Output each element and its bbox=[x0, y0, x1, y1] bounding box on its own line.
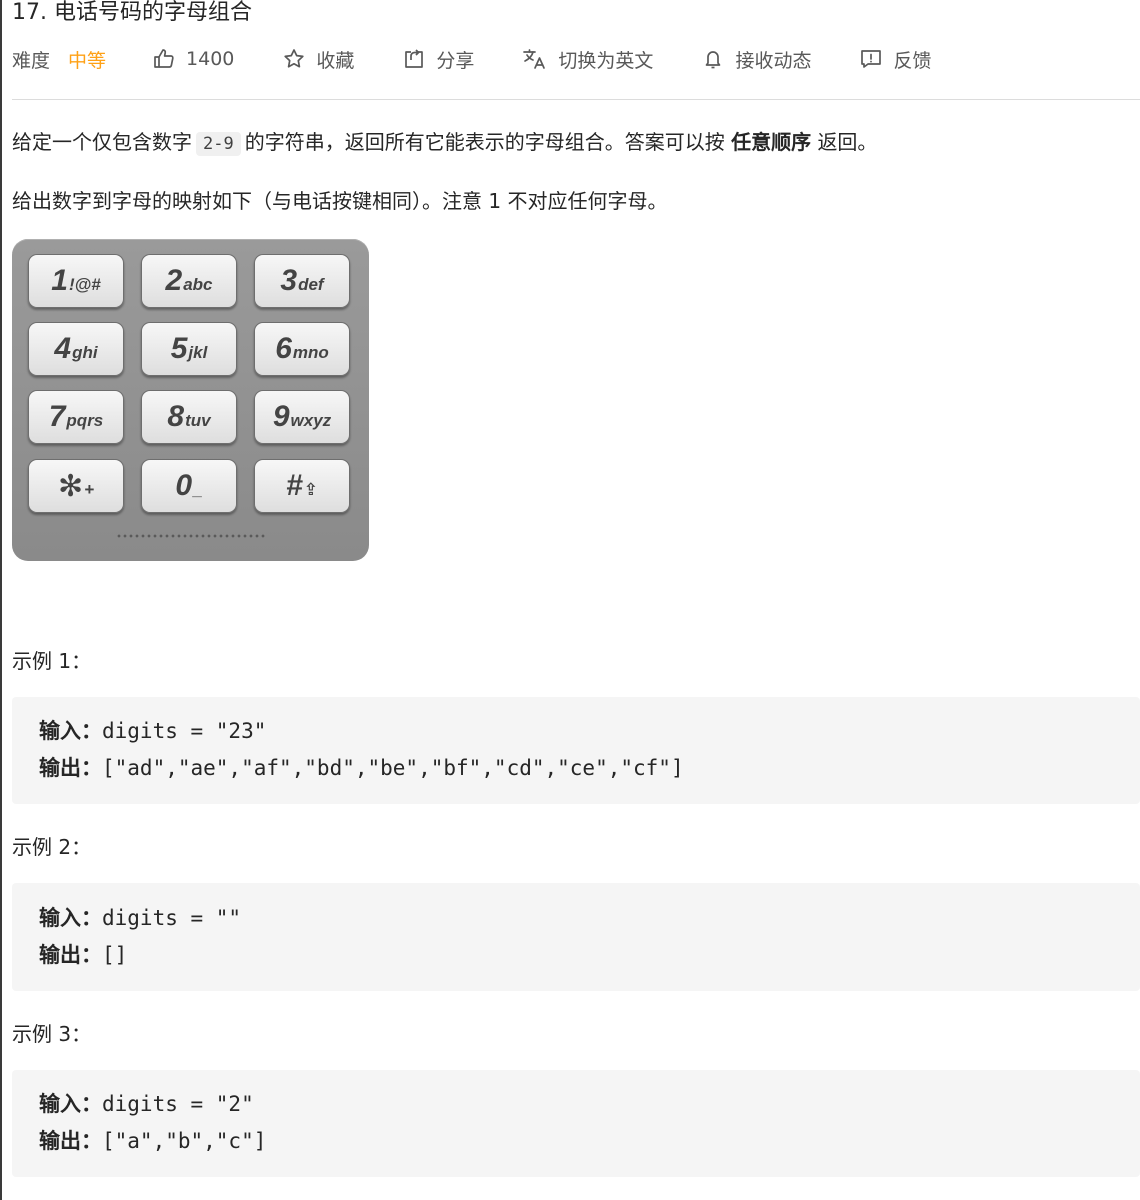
key-digit: 9 bbox=[272, 400, 290, 433]
description-paragraph-1: 给定一个仅包含数字 2-9 的字符串，返回所有它能表示的字母组合。答案可以按 任意顺… bbox=[12, 126, 877, 156]
problem-meta-bar: 难度 中等 1400 收藏 分享 切换为英文 接收动态 反馈 bbox=[12, 42, 931, 76]
key-letters: !@# bbox=[68, 275, 101, 294]
input-label: 输入： bbox=[39, 719, 102, 743]
key-digit: 0 bbox=[175, 469, 192, 502]
keypad-key: 1 !@# bbox=[28, 254, 124, 308]
star-icon bbox=[282, 47, 306, 71]
difficulty-label: 难度 bbox=[12, 49, 51, 72]
key-digit: 7 bbox=[48, 400, 66, 433]
output-label: 输出： bbox=[39, 943, 102, 967]
key-digit: # bbox=[286, 469, 303, 502]
inline-code: 2-9 bbox=[196, 132, 241, 156]
output-value: ["ad","ae","af","bd","be","bf","cd","ce"… bbox=[102, 756, 684, 780]
phone-keypad-image: 1 !@# 2 abc 3 def 4 ghi 5 jkl 6 mno 7 pqrs 8 tuv 9 wxyz ✻ +… bbox=[12, 239, 369, 561]
bell-icon bbox=[701, 47, 725, 71]
key-letters: + bbox=[84, 480, 95, 499]
input-value: digits = "2" bbox=[102, 1092, 254, 1116]
keypad-key: 9 wxyz bbox=[254, 390, 350, 444]
keypad-key: 8 tuv bbox=[141, 390, 237, 444]
left-border bbox=[0, 0, 2, 1200]
output-value: ["a","b","c"] bbox=[102, 1129, 267, 1153]
example-1-code-block: 输入：digits = "23" 输出：["ad","ae","af","bd"… bbox=[12, 697, 1140, 804]
key-letters: tuv bbox=[185, 411, 211, 430]
example-output-line: 输出：[] bbox=[39, 937, 1140, 974]
key-digit: 4 bbox=[54, 332, 71, 365]
key-digit: 5 bbox=[170, 332, 188, 365]
key-letters: wxyz bbox=[290, 411, 332, 430]
output-value: [] bbox=[102, 943, 128, 967]
key-letters: mno bbox=[292, 343, 329, 362]
thumbs-up-icon bbox=[152, 47, 176, 71]
key-letters: def bbox=[298, 275, 324, 294]
description-text: 给定一个仅包含数字 bbox=[12, 130, 192, 154]
key-letters: jkl bbox=[188, 343, 208, 362]
keypad-key: 5 jkl bbox=[141, 322, 237, 376]
key-digit: 2 bbox=[165, 264, 183, 297]
key-digit: 6 bbox=[275, 332, 292, 365]
switch-language-label: 切换为英文 bbox=[558, 49, 654, 72]
output-label: 输出： bbox=[39, 1129, 102, 1153]
key-letters: abc bbox=[183, 275, 213, 294]
like-count: 1400 bbox=[186, 48, 235, 70]
keypad-key: 4 ghi bbox=[28, 322, 124, 376]
keypad-key: 2 abc bbox=[141, 254, 237, 308]
keypad-key: 7 pqrs bbox=[28, 390, 124, 444]
example-input-line: 输入：digits = "2" bbox=[39, 1086, 1140, 1123]
example-1-title: 示例 1： bbox=[12, 649, 92, 673]
switch-language-button[interactable]: 切换为英文 bbox=[522, 46, 653, 73]
input-value: digits = "23" bbox=[102, 719, 267, 743]
key-digit: 8 bbox=[167, 400, 184, 433]
description-text: 的字符串，返回所有它能表示的字母组合。答案可以按 bbox=[244, 130, 725, 154]
keypad-key: 6 mno bbox=[254, 322, 350, 376]
example-input-line: 输入：digits = "" bbox=[39, 900, 1140, 937]
keypad-key: 3 def bbox=[254, 254, 350, 308]
example-2-title: 示例 2： bbox=[12, 835, 92, 859]
divider bbox=[12, 99, 1140, 100]
keypad-key: # ⇪ bbox=[254, 459, 350, 513]
feedback-icon bbox=[859, 47, 883, 71]
key-digit: 3 bbox=[280, 264, 297, 297]
output-label: 输出： bbox=[39, 756, 102, 780]
input-label: 输入： bbox=[39, 1092, 102, 1116]
key-letters: ghi bbox=[72, 343, 98, 362]
example-3-title: 示例 3： bbox=[12, 1022, 92, 1046]
share-icon bbox=[402, 47, 426, 71]
share-button[interactable]: 分享 bbox=[402, 46, 474, 73]
keypad-speaker-dots bbox=[116, 533, 266, 539]
key-letters: pqrs bbox=[66, 411, 104, 430]
keypad-key: ✻ + bbox=[28, 459, 124, 513]
feedback-button[interactable]: 反馈 bbox=[859, 46, 931, 73]
share-label: 分享 bbox=[436, 49, 475, 72]
problem-title: 17. 电话号码的字母组合 bbox=[12, 0, 252, 25]
input-value: digits = "" bbox=[102, 906, 242, 930]
difficulty-badge: 中等 bbox=[68, 49, 107, 72]
description-text: 返回。 bbox=[817, 130, 878, 154]
key-letters: ⇪ bbox=[303, 480, 318, 499]
keypad-key: 0 _ bbox=[141, 459, 237, 513]
translate-icon bbox=[522, 47, 548, 71]
bold-text: 任意顺序 bbox=[731, 130, 812, 154]
key-digit: ✻ bbox=[57, 469, 83, 503]
example-output-line: 输出：["a","b","c"] bbox=[39, 1123, 1140, 1160]
notify-button[interactable]: 接收动态 bbox=[701, 46, 811, 73]
example-3-code-block: 输入：digits = "2" 输出：["a","b","c"] bbox=[12, 1070, 1140, 1177]
like-button[interactable]: 1400 bbox=[152, 47, 234, 71]
example-input-line: 输入：digits = "23" bbox=[39, 713, 1140, 750]
favorite-button[interactable]: 收藏 bbox=[282, 46, 354, 73]
example-output-line: 输出：["ad","ae","af","bd","be","bf","cd","… bbox=[39, 750, 1140, 787]
notify-label: 接收动态 bbox=[735, 49, 812, 72]
favorite-label: 收藏 bbox=[316, 49, 355, 72]
input-label: 输入： bbox=[39, 906, 102, 930]
description-paragraph-2: 给出数字到字母的映射如下（与电话按键相同）。注意 1 不对应任何字母。 bbox=[12, 189, 668, 213]
example-2-code-block: 输入：digits = "" 输出：[] bbox=[12, 883, 1140, 991]
key-letters: _ bbox=[193, 480, 203, 499]
key-digit: 1 bbox=[51, 264, 68, 297]
feedback-label: 反馈 bbox=[893, 49, 932, 72]
